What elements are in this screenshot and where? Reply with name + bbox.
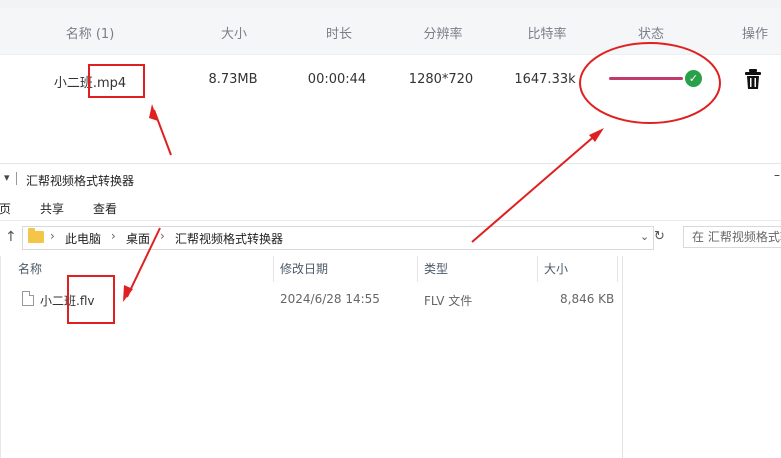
file-icon xyxy=(22,291,34,306)
progress-bar xyxy=(609,77,683,80)
row-duration: 00:00:44 xyxy=(307,72,367,87)
folder-icon xyxy=(28,228,44,243)
chevron-right-icon[interactable]: › xyxy=(111,229,116,243)
file-row[interactable]: 小二班.flv 2024/6/28 14:55 FLV 文件 8,846 KB xyxy=(0,288,622,310)
table-top-strip xyxy=(0,0,781,8)
conversion-status: ✓ xyxy=(609,70,705,88)
chevron-right-icon[interactable]: › xyxy=(50,229,55,243)
column-name[interactable]: 名称 xyxy=(12,256,272,282)
header-action: 操作 xyxy=(741,27,769,42)
converter-file-table: 名称 (1) 大小 时长 分辨率 比特率 状态 操作 小二班.mp4 8.73M… xyxy=(0,0,781,162)
breadcrumb-current-folder[interactable]: 汇帮视频格式转换器 xyxy=(175,230,283,247)
explorer-title-bar: ▾ 汇帮视频格式转换器 – xyxy=(0,164,781,194)
ribbon-tab-view[interactable]: 查看 xyxy=(93,200,117,217)
file-type: FLV 文件 xyxy=(424,294,473,308)
pane-right-border xyxy=(622,256,623,458)
header-duration[interactable]: 时长 xyxy=(326,23,352,42)
header-status: 状态 xyxy=(637,27,665,42)
address-row: ↑ › 此电脑 › 桌面 › 汇帮视频格式转换器 ⌄ ↻ 在 汇帮视频格式转换器 xyxy=(0,225,781,251)
row-file-name: 小二班.mp4 xyxy=(53,76,127,91)
header-name[interactable]: 名称 (1) xyxy=(66,23,115,42)
row-bitrate: 1647.33k xyxy=(514,72,576,87)
table-header: 名称 (1) 大小 时长 分辨率 比特率 状态 操作 xyxy=(0,8,781,55)
window-title: 汇帮视频格式转换器 xyxy=(26,174,135,188)
up-arrow-icon[interactable]: ↑ xyxy=(5,229,17,245)
column-modified[interactable]: 修改日期 xyxy=(274,256,416,282)
chevron-down-icon[interactable]: ⌄ xyxy=(640,230,649,243)
ribbon-tab-home[interactable]: 页 xyxy=(0,200,11,217)
file-explorer-window: ▾ 汇帮视频格式转换器 – 页 共享 查看 ↑ › 此电脑 › 桌面 › 汇帮视… xyxy=(0,163,781,458)
row-resolution: 1280*720 xyxy=(408,72,474,87)
header-bitrate[interactable]: 比特率 xyxy=(527,23,566,42)
file-name[interactable]: 小二班.flv xyxy=(40,292,94,309)
file-size: 8,846 KB xyxy=(560,292,615,306)
address-bar[interactable]: › 此电脑 › 桌面 › 汇帮视频格式转换器 ⌄ xyxy=(22,226,654,250)
file-list-header: 名称 修改日期 类型 大小 xyxy=(0,256,622,282)
column-divider[interactable] xyxy=(617,256,618,282)
quick-access-dropdown-icon[interactable]: ▾ xyxy=(4,171,10,184)
title-separator xyxy=(16,172,17,185)
header-resolution[interactable]: 分辨率 xyxy=(423,23,462,42)
ribbon-tab-share[interactable]: 共享 xyxy=(40,200,64,217)
row-file-size: 8.73MB xyxy=(208,72,258,87)
header-size[interactable]: 大小 xyxy=(221,23,247,42)
column-size[interactable]: 大小 xyxy=(538,256,618,282)
pane-left-border xyxy=(0,256,1,458)
refresh-icon[interactable]: ↻ xyxy=(654,229,665,244)
trash-icon[interactable] xyxy=(743,68,763,90)
column-type[interactable]: 类型 xyxy=(418,256,536,282)
file-modified: 2024/6/28 14:55 xyxy=(280,292,380,306)
search-input[interactable]: 在 汇帮视频格式转换器 xyxy=(683,226,781,248)
chevron-right-icon[interactable]: › xyxy=(160,229,165,243)
minimize-icon[interactable]: – xyxy=(774,168,780,182)
ribbon-tabs: 页 共享 查看 xyxy=(0,194,781,221)
breadcrumb-this-pc[interactable]: 此电脑 xyxy=(65,230,101,247)
breadcrumb-desktop[interactable]: 桌面 xyxy=(126,230,150,247)
progress-bar-fill xyxy=(609,77,683,80)
check-circle-icon: ✓ xyxy=(685,70,702,87)
